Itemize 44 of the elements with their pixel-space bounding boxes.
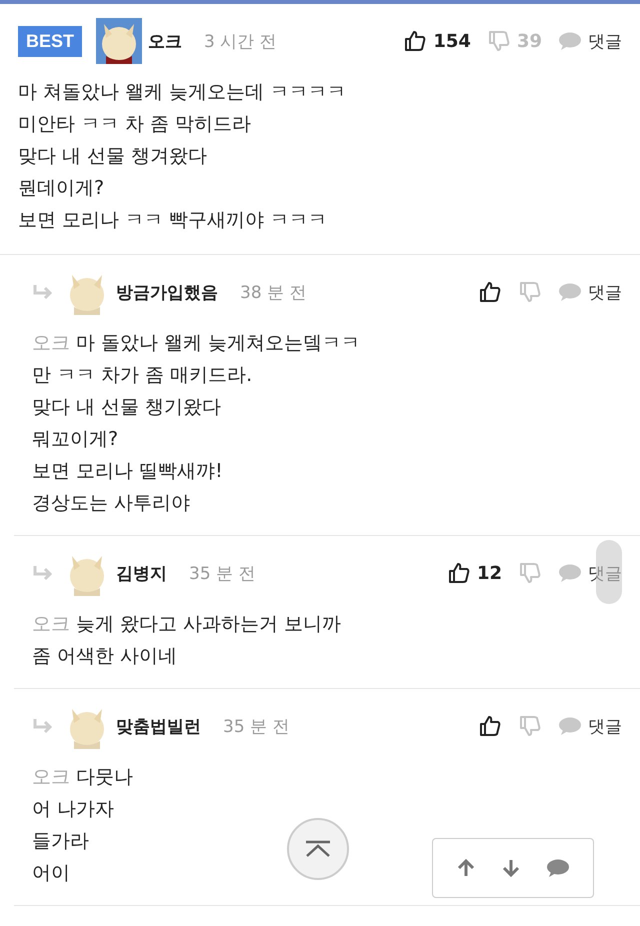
thumbs-down-icon[interactable] <box>518 714 542 738</box>
thumbs-down-icon[interactable] <box>518 561 542 585</box>
timestamp: 38 분 전 <box>240 282 306 304</box>
timestamp: 35 분 전 <box>223 716 290 738</box>
thumbs-down-icon[interactable] <box>518 280 542 304</box>
speech-bubble-icon[interactable] <box>546 858 570 878</box>
comment-text-line: 뭐꼬이게? <box>32 428 118 450</box>
comment-text-line: 맞다 내 선물 챙겨왔다 <box>18 145 208 167</box>
reply-link[interactable]: 댓글 <box>588 714 622 738</box>
comment-text-line: 만 ㅋㅋ 차가 좀 매키드라. <box>32 364 252 386</box>
arrow-up-icon[interactable] <box>456 858 476 878</box>
thumbs-up-icon[interactable] <box>403 29 428 53</box>
reply-link[interactable]: 댓글 <box>588 280 622 304</box>
comment-text-line: 마 쳐돌았나 왤케 늦게오는데 ㅋㅋㅋㅋ <box>18 81 346 103</box>
comment-text-line: 어이 <box>32 862 70 884</box>
comment-text-line: 맞다 내 선물 챙기왔다 <box>32 396 222 418</box>
author-name[interactable]: 방금가입했음 <box>116 280 218 304</box>
comment-text-line: 들가라 <box>32 830 89 852</box>
best-badge: BEST <box>18 26 82 56</box>
like-count: 12 <box>476 562 502 584</box>
thumbs-down-icon[interactable] <box>486 29 511 53</box>
author-name[interactable]: 김병지 <box>116 562 167 584</box>
thumbs-up-icon[interactable] <box>478 714 502 738</box>
chevron-up-icon <box>303 840 333 858</box>
timestamp: 3 시간 전 <box>204 30 277 52</box>
comment-text-line: 경상도는 사투리야 <box>32 492 190 514</box>
like-count: 154 <box>433 30 471 52</box>
arrow-down-icon[interactable] <box>500 858 521 878</box>
thumbs-up-icon[interactable] <box>478 280 502 304</box>
thumbs-up-icon[interactable] <box>446 561 471 585</box>
comment-text-line: 좀 어색한 사이네 <box>32 645 178 667</box>
comment-text-line: 늦게 왔다고 사과하는거 보니까 <box>76 613 342 635</box>
comment-text-line: 다뭇나 <box>76 766 133 788</box>
author-name[interactable]: 오크 <box>148 30 182 52</box>
comment-text-line: 보면 모리나 ㅋㅋ 빡구새끼야 ㅋㅋㅋ <box>18 209 328 231</box>
timestamp: 35 분 전 <box>189 562 256 584</box>
comment-text-line: 마 돌았나 왤케 늦게쳐오는뎈ㅋㅋ <box>76 332 360 354</box>
author-name[interactable]: 맞춤법빌런 <box>116 714 201 738</box>
comment-text-line: 뭔데이게? <box>18 177 104 199</box>
comment-text-line: 미안타 ㅋㅋ 차 좀 막히드라 <box>18 113 252 135</box>
comment-text-line: 어 나가자 <box>32 798 114 820</box>
dislike-count: 39 <box>516 30 542 52</box>
comment-text-line: 보면 모리나 띨빡새꺄! <box>32 460 223 482</box>
reply-link[interactable]: 댓글 <box>588 30 622 52</box>
